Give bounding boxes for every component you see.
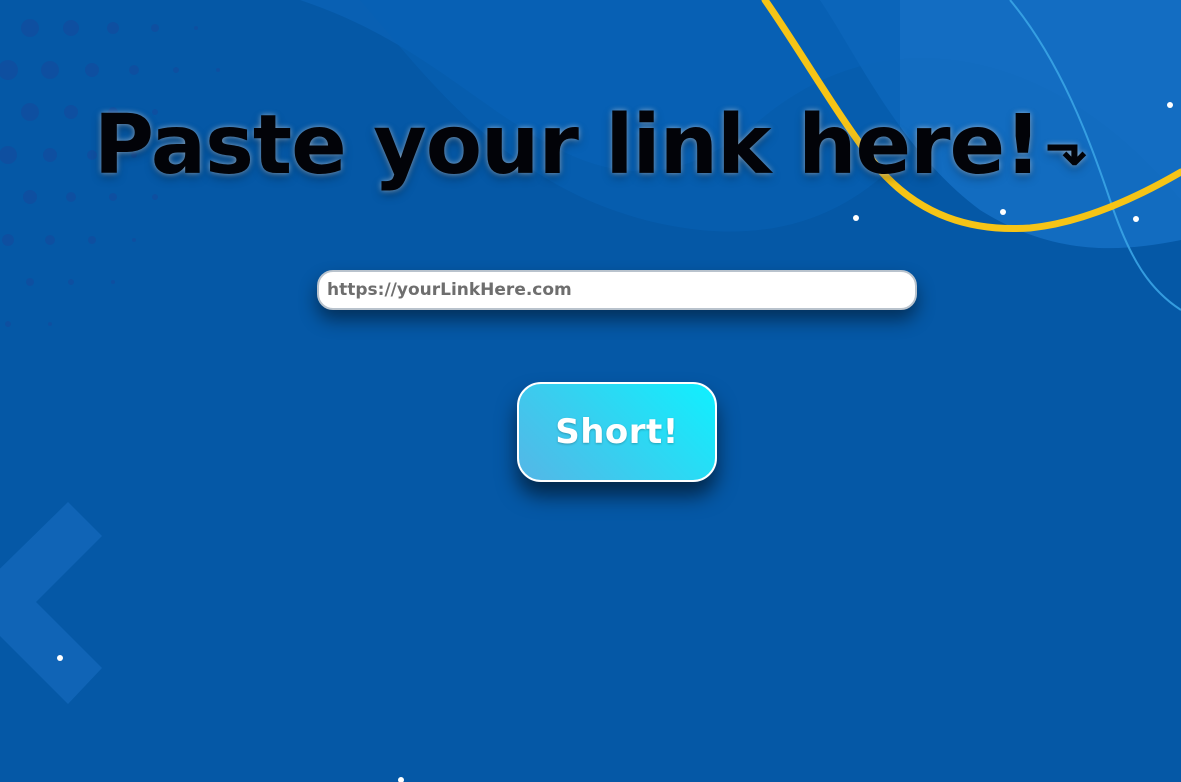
page-title-text: Paste your link here! [93,98,1042,193]
background-chevron-shape [0,502,102,704]
short-button[interactable]: Short! [517,382,717,482]
arrow-turn-down-icon: ⬎ [1044,116,1089,177]
url-input[interactable] [317,270,917,310]
page-title: Paste your link here!⬎ [0,98,1181,193]
